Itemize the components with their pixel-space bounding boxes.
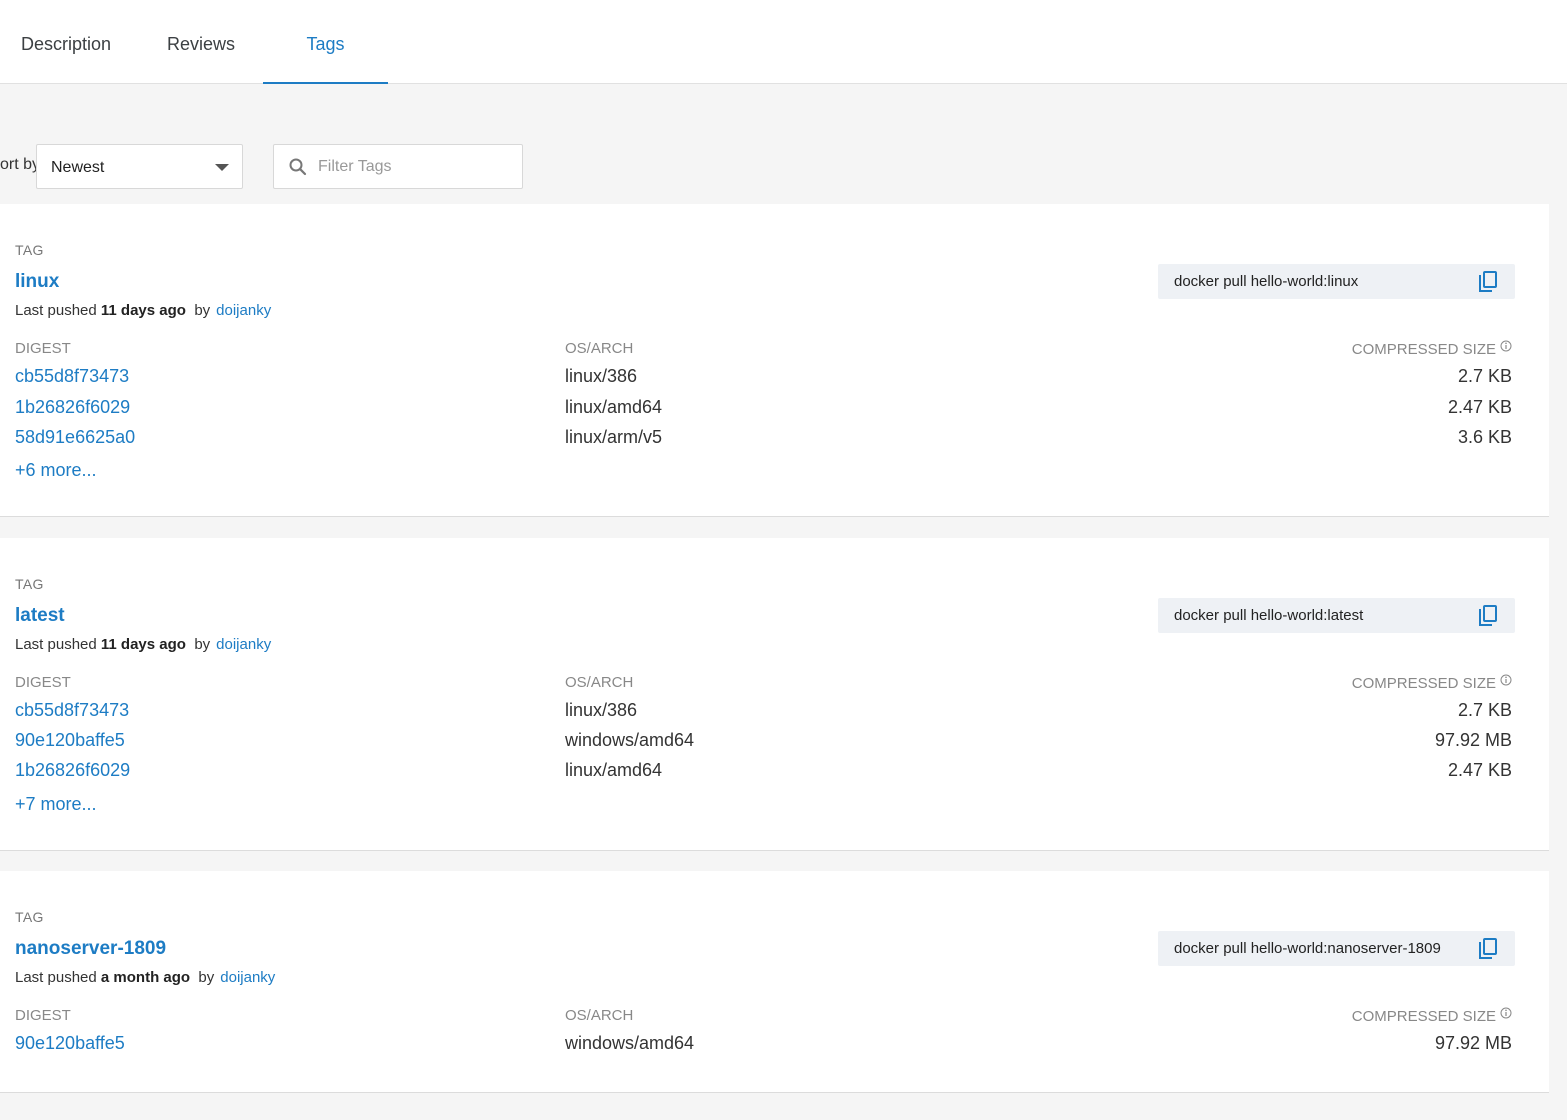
size-value: 2.7 KB [1457,366,1512,386]
table-row: 90e120baffe5 windows/amd64 97.92 MB [0,1033,1549,1063]
copy-icon[interactable] [1477,937,1499,961]
tag-card-linux: TAG linux Last pushed 11 days ago by doij… [0,204,1549,517]
size-value: 2.47 KB [1447,397,1512,417]
info-icon[interactable] [1500,1007,1512,1019]
os-arch-value: linux/arm/v5 [565,427,663,447]
digest-header: DIGEST [15,340,71,357]
digest-header: DIGEST [15,1007,71,1024]
table-row: cb55d8f73473 linux/386 2.7 KB [0,366,1549,396]
digest-header: DIGEST [15,674,71,691]
pusher-link[interactable]: doijanky [220,969,275,986]
last-pushed-time: a month ago [100,969,191,986]
tag-name-link[interactable]: latest [15,605,65,627]
tab-description[interactable]: Description [0,0,132,84]
compressed-size-label: COMPRESSED SIZE [1351,1008,1496,1025]
digest-link[interactable]: 1b26826f6029 [15,760,130,781]
pusher-link[interactable]: doijanky [216,302,271,319]
table-row: 58d91e6625a0 linux/arm/v5 3.6 KB [0,427,1549,457]
last-pushed: Last pushed 11 days ago by doijanky [15,302,271,319]
copy-icon[interactable] [1477,604,1499,628]
compressed-size-label: COMPRESSED SIZE [1351,341,1496,358]
filter-tags [273,144,523,189]
tab-bar: Description Reviews Tags [0,0,1567,84]
size-value: 3.6 KB [1457,427,1512,447]
size-value: 2.47 KB [1447,760,1512,780]
size-value: 2.7 KB [1457,700,1512,720]
pull-command: docker pull hello-world:latest [1174,607,1364,624]
size-value: 97.92 MB [1434,1033,1512,1053]
table-row: 1b26826f6029 linux/amd64 2.47 KB [0,397,1549,427]
digest-link[interactable]: 90e120baffe5 [15,730,125,751]
os-arch-value: linux/amd64 [565,760,663,780]
pusher-link[interactable]: doijanky [216,636,271,653]
chevron-down-icon [215,164,229,171]
os-arch-value: linux/amd64 [565,397,663,417]
os-arch-value: linux/386 [565,700,638,720]
tab-tags[interactable]: Tags [263,0,388,84]
tag-card-nanoserver-1809: TAG nanoserver-1809 Last pushed a month … [0,871,1549,1093]
last-pushed: Last pushed a month ago by doijanky [15,969,275,986]
os-arch-value: windows/amd64 [565,730,695,750]
search-icon [289,158,307,176]
tag-name-link[interactable]: linux [15,271,59,293]
last-pushed-label: Last pushed [15,969,97,986]
by-label: by [194,636,211,653]
last-pushed: Last pushed 11 days ago by doijanky [15,636,271,653]
table-row: cb55d8f73473 linux/386 2.7 KB [0,700,1549,730]
tag-card-latest: TAG latest Last pushed 11 days ago by doi… [0,538,1549,851]
digest-link[interactable]: 90e120baffe5 [15,1033,125,1054]
more-link[interactable]: +7 more... [15,794,97,815]
sort-label: Sort by [0,156,40,173]
last-pushed-label: Last pushed [15,636,97,653]
pull-command-box: docker pull hello-world:latest [1158,598,1515,633]
compressed-size-header: COMPRESSED SIZE [1352,674,1512,692]
digest-link[interactable]: 1b26826f6029 [15,397,130,418]
filter-tags-input[interactable] [318,155,513,179]
pull-command-box: docker pull hello-world:nanoserver-1809 [1158,931,1515,966]
last-pushed-label: Last pushed [15,302,97,319]
digest-link[interactable]: 58d91e6625a0 [15,427,135,448]
tag-name-link[interactable]: nanoserver-1809 [15,938,166,960]
last-pushed-time: 11 days ago [100,636,186,653]
pull-command: docker pull hello-world:linux [1174,273,1359,290]
pull-command: docker pull hello-world:nanoserver-1809 [1174,940,1441,957]
tag-label: TAG [15,909,44,925]
table-row: 1b26826f6029 linux/amd64 2.47 KB [0,760,1549,790]
more-link[interactable]: +6 more... [15,460,97,481]
tag-label: TAG [15,242,44,258]
info-icon[interactable] [1500,340,1512,352]
os-arch-header: OS/ARCH [565,340,634,357]
os-arch-value: linux/386 [565,366,638,386]
digest-link[interactable]: cb55d8f73473 [15,366,129,387]
table-row: 90e120baffe5 windows/amd64 97.92 MB [0,730,1549,760]
copy-icon[interactable] [1477,270,1499,294]
os-arch-value: windows/amd64 [565,1033,695,1053]
last-pushed-time: 11 days ago [100,302,186,319]
digest-link[interactable]: cb55d8f73473 [15,700,129,721]
sort-select-value: Newest [51,159,105,176]
pull-command-box: docker pull hello-world:linux [1158,264,1515,299]
tag-label: TAG [15,576,44,592]
compressed-size-header: COMPRESSED SIZE [1352,340,1512,358]
info-icon[interactable] [1500,674,1512,686]
compressed-size-label: COMPRESSED SIZE [1351,675,1496,692]
by-label: by [198,969,215,986]
tab-reviews[interactable]: Reviews [140,0,262,84]
compressed-size-header: COMPRESSED SIZE [1352,1007,1512,1025]
sort-select[interactable]: Newest [36,144,243,189]
os-arch-header: OS/ARCH [565,1007,634,1024]
os-arch-header: OS/ARCH [565,674,634,691]
by-label: by [194,302,211,319]
size-value: 97.92 MB [1434,730,1512,750]
